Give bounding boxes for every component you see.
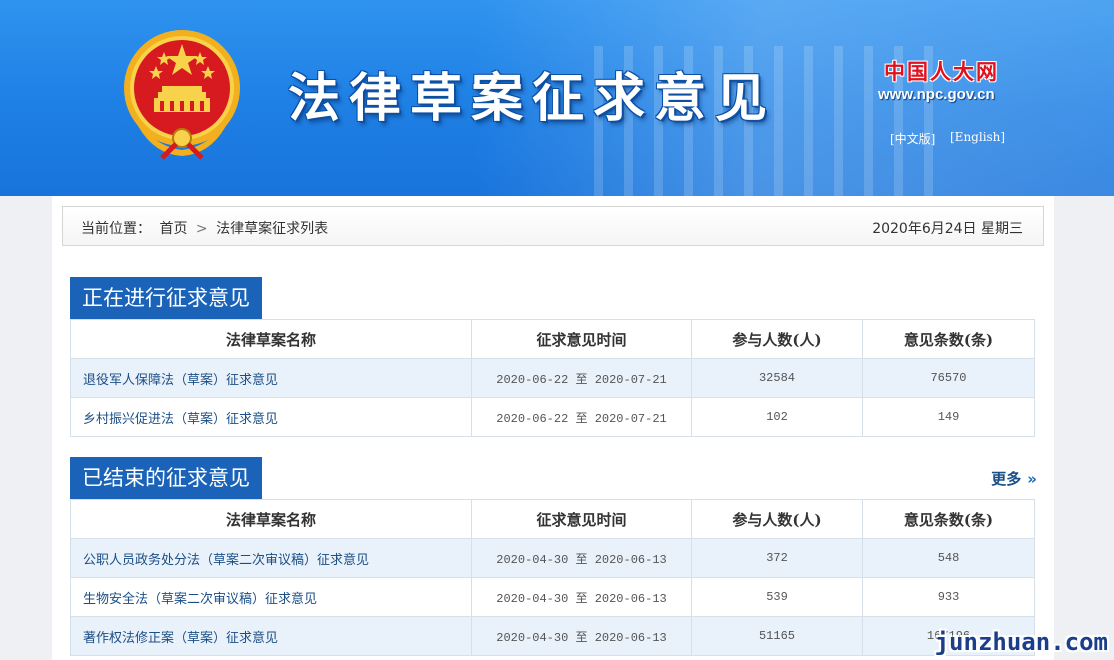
breadcrumb-separator: > bbox=[195, 221, 208, 237]
more-link[interactable]: 更多 » bbox=[991, 468, 1037, 489]
column-header-name: 法律草案名称 bbox=[70, 319, 472, 359]
period-start: 2020-06-22 bbox=[496, 411, 569, 426]
people-count: 32584 bbox=[691, 358, 863, 398]
table-row[interactable]: 乡村振兴促进法（草案）征求意见 2020-06-22 至 2020-07-21 … bbox=[70, 397, 1035, 437]
ongoing-table: 法律草案名称 征求意见时间 参与人数(人) 意见条数(条) 退役军人保障法（草案… bbox=[70, 319, 1035, 437]
current-date: 2020年6月24日 星期三 bbox=[872, 221, 1023, 237]
column-header-name: 法律草案名称 bbox=[70, 499, 472, 539]
period-end: 2020-07-21 bbox=[594, 411, 667, 426]
column-header-time: 征求意见时间 bbox=[471, 499, 692, 539]
period-end: 2020-06-13 bbox=[594, 552, 667, 567]
draft-name-link[interactable]: 退役军人保障法（草案）征求意见 bbox=[70, 358, 472, 398]
draft-name-link[interactable]: 乡村振兴促进法（草案）征求意见 bbox=[70, 397, 472, 437]
national-emblem-icon bbox=[124, 30, 240, 160]
period-to: 至 bbox=[575, 371, 588, 386]
watermark: junzhuan.com bbox=[934, 628, 1108, 656]
draft-name-link[interactable]: 著作权法修正案（草案）征求意见 bbox=[70, 616, 472, 656]
period-end: 2020-07-21 bbox=[594, 372, 667, 387]
period-to: 至 bbox=[575, 590, 588, 605]
draft-name-link[interactable]: 公职人员政务处分法（草案二次审议稿）征求意见 bbox=[70, 538, 472, 578]
lang-english-link[interactable]: [English] bbox=[950, 130, 1005, 144]
consultation-period: 2020-06-22 至 2020-07-21 bbox=[471, 397, 692, 437]
comment-count: 548 bbox=[862, 538, 1035, 578]
finished-table: 法律草案名称 征求意见时间 参与人数(人) 意见条数(条) 公职人员政务处分法（… bbox=[70, 499, 1035, 656]
people-count: 51165 bbox=[691, 616, 863, 656]
consultation-period: 2020-04-30 至 2020-06-13 bbox=[471, 577, 692, 617]
breadcrumb-current-link[interactable]: 法律草案征求列表 bbox=[216, 221, 328, 237]
period-to: 至 bbox=[575, 551, 588, 566]
double-chevron-right-icon: » bbox=[1027, 470, 1037, 488]
column-header-comments: 意见条数(条) bbox=[862, 499, 1035, 539]
main-content: 当前位置： 首页 > 法律草案征求列表 2020年6月24日 星期三 正在进行征… bbox=[52, 196, 1054, 660]
comment-count: 933 bbox=[862, 577, 1035, 617]
page-banner-title: 法律草案征求意见 bbox=[288, 68, 777, 129]
consultation-period: 2020-06-22 至 2020-07-21 bbox=[471, 358, 692, 398]
table-row[interactable]: 公职人员政务处分法（草案二次审议稿）征求意见 2020-04-30 至 2020… bbox=[70, 538, 1035, 578]
period-start: 2020-04-30 bbox=[496, 630, 569, 645]
column-header-people: 参与人数(人) bbox=[691, 499, 863, 539]
people-count: 372 bbox=[691, 538, 863, 578]
column-header-time: 征求意见时间 bbox=[471, 319, 692, 359]
npc-logo[interactable]: 中国人大网 bbox=[884, 56, 999, 86]
column-header-comments: 意见条数(条) bbox=[862, 319, 1035, 359]
npc-url[interactable]: www.npc.gov.cn bbox=[878, 86, 995, 103]
period-end: 2020-06-13 bbox=[594, 591, 667, 606]
people-count: 539 bbox=[691, 577, 863, 617]
finished-section-heading: 已结束的征求意见 bbox=[70, 457, 262, 499]
comment-count: 149 bbox=[862, 397, 1035, 437]
people-count: 102 bbox=[691, 397, 863, 437]
column-header-people: 参与人数(人) bbox=[691, 319, 863, 359]
period-start: 2020-06-22 bbox=[496, 372, 569, 387]
period-end: 2020-06-13 bbox=[594, 630, 667, 645]
ongoing-section-heading: 正在进行征求意见 bbox=[70, 277, 262, 319]
period-start: 2020-04-30 bbox=[496, 591, 569, 606]
period-to: 至 bbox=[575, 629, 588, 644]
period-to: 至 bbox=[575, 410, 588, 425]
table-header-row: 法律草案名称 征求意见时间 参与人数(人) 意见条数(条) bbox=[70, 499, 1035, 539]
breadcrumb: 当前位置： 首页 > 法律草案征求列表 2020年6月24日 星期三 bbox=[62, 206, 1044, 246]
table-header-row: 法律草案名称 征求意见时间 参与人数(人) 意见条数(条) bbox=[70, 319, 1035, 359]
consultation-period: 2020-04-30 至 2020-06-13 bbox=[471, 616, 692, 656]
more-label[interactable]: 更多 bbox=[991, 470, 1021, 488]
table-row[interactable]: 著作权法修正案（草案）征求意见 2020-04-30 至 2020-06-13 … bbox=[70, 616, 1035, 656]
breadcrumb-label: 当前位置： bbox=[81, 221, 151, 237]
period-start: 2020-04-30 bbox=[496, 552, 569, 567]
site-banner: 法律草案征求意见 中国人大网 www.npc.gov.cn [中文版] [Eng… bbox=[0, 0, 1114, 196]
lang-chinese-link[interactable]: [中文版] bbox=[890, 130, 935, 147]
draft-name-link[interactable]: 生物安全法（草案二次审议稿）征求意见 bbox=[70, 577, 472, 617]
table-row[interactable]: 生物安全法（草案二次审议稿）征求意见 2020-04-30 至 2020-06-… bbox=[70, 577, 1035, 617]
breadcrumb-home-link[interactable]: 首页 bbox=[159, 221, 187, 237]
consultation-period: 2020-04-30 至 2020-06-13 bbox=[471, 538, 692, 578]
comment-count: 76570 bbox=[862, 358, 1035, 398]
table-row[interactable]: 退役军人保障法（草案）征求意见 2020-06-22 至 2020-07-21 … bbox=[70, 358, 1035, 398]
